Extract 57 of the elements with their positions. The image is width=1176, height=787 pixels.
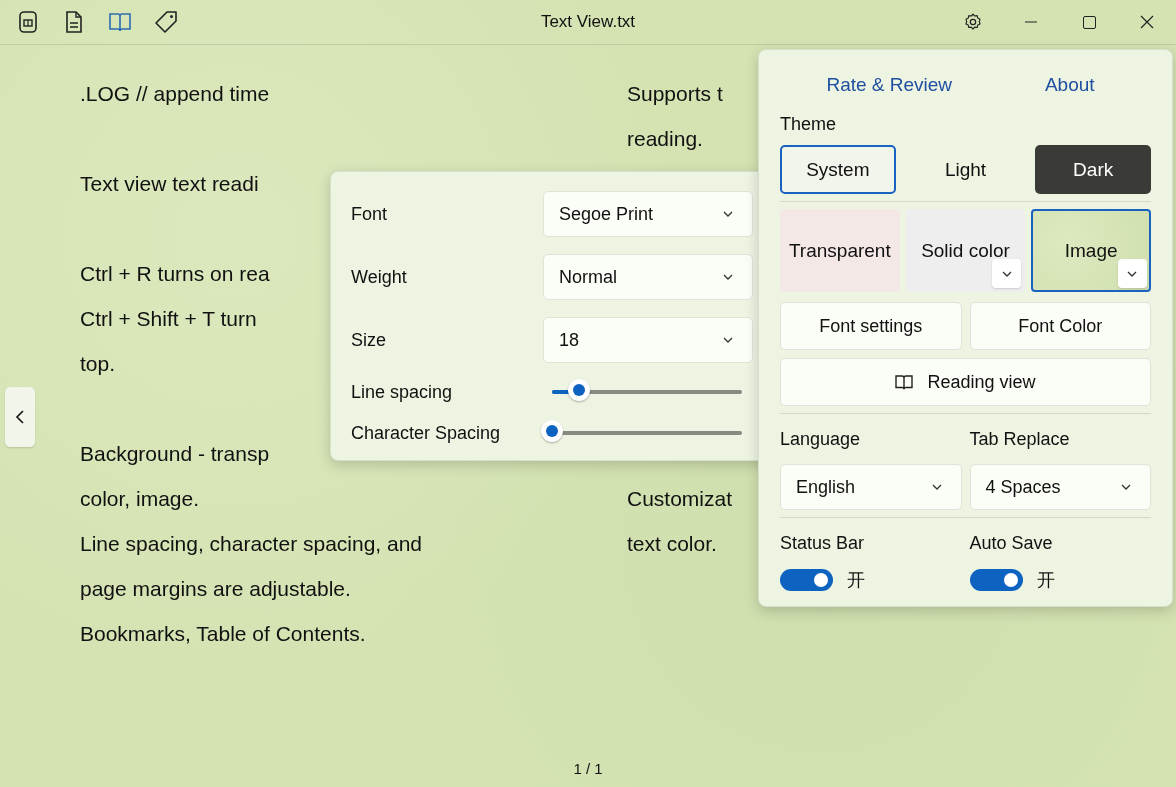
dropdown[interactable]: 4 Spaces — [969, 464, 1151, 510]
slider-thumb[interactable] — [567, 379, 590, 401]
toggle-state-label: 开 — [1036, 569, 1055, 592]
text-line: color, image. — [80, 486, 200, 512]
background-option[interactable]: Solid color — [905, 209, 1026, 292]
text-line: Background - transp — [80, 441, 270, 467]
text-line: Text view text readi — [80, 171, 259, 197]
toggle-switch[interactable] — [780, 569, 833, 591]
field-label: Size — [351, 329, 386, 351]
theme-option[interactable]: System — [780, 145, 896, 194]
chevron-icon — [1000, 269, 1013, 278]
link[interactable]: About — [1044, 74, 1095, 96]
background-option[interactable]: Transparent — [780, 209, 900, 292]
dropdown[interactable]: English — [780, 464, 962, 510]
toggle-switch[interactable] — [969, 569, 1023, 591]
theme-option[interactable]: Dark — [1035, 145, 1151, 194]
window-title: Text View.txt — [540, 12, 636, 31]
text-line: page margins are adjustable. — [80, 576, 351, 602]
dropdown[interactable]: 18 — [543, 317, 753, 363]
reading-view-button[interactable]: Reading view — [780, 358, 1151, 406]
settings-button[interactable]: Font settings — [780, 302, 962, 350]
text-line: Customizat — [627, 486, 733, 512]
toggle-state-label: 开 — [847, 569, 865, 592]
chevron-left-icon — [15, 409, 25, 425]
chevron-icon — [722, 273, 734, 281]
field-label: Line spacing — [351, 381, 453, 403]
chevron-icon — [1120, 483, 1132, 491]
background-option[interactable]: Image — [1031, 209, 1151, 292]
link[interactable]: Rate & Review — [826, 74, 953, 96]
slider-thumb[interactable] — [541, 420, 563, 442]
text-line: reading. — [627, 126, 703, 152]
chevron-icon — [930, 483, 943, 491]
field-label: Language — [780, 429, 861, 450]
chevron-icon — [722, 210, 734, 218]
chevron-icon — [1126, 269, 1139, 278]
field-label: Character Spacing — [351, 422, 501, 444]
text-line: Ctrl + Shift + T turn — [80, 306, 257, 332]
text-line: text color. — [627, 531, 717, 557]
text-line: .LOG // append time — [80, 81, 270, 107]
text-line: Line spacing, character spacing, and — [80, 531, 423, 557]
text-line: Ctrl + R turns on rea — [80, 261, 270, 287]
field-label: Auto Save — [969, 533, 1053, 554]
section-label: Theme — [780, 114, 837, 134]
book-icon — [895, 374, 914, 390]
chevron-icon — [722, 336, 734, 344]
text-line: Supports t — [627, 81, 723, 107]
dropdown[interactable]: Normal — [543, 254, 753, 300]
text-line: top. — [80, 351, 116, 377]
dropdown[interactable]: Segoe Print — [543, 191, 753, 237]
text-line: Bookmarks, Table of Contents. — [80, 621, 366, 647]
theme-option[interactable]: Light — [907, 145, 1024, 194]
settings-button[interactable]: Font Color — [969, 302, 1151, 350]
page-indicator: 1 / 1 — [573, 760, 603, 777]
field-label: Weight — [351, 266, 407, 288]
field-label: Status Bar — [780, 533, 865, 554]
field-label: Tab Replace — [969, 429, 1070, 450]
field-label: Font — [351, 203, 388, 225]
